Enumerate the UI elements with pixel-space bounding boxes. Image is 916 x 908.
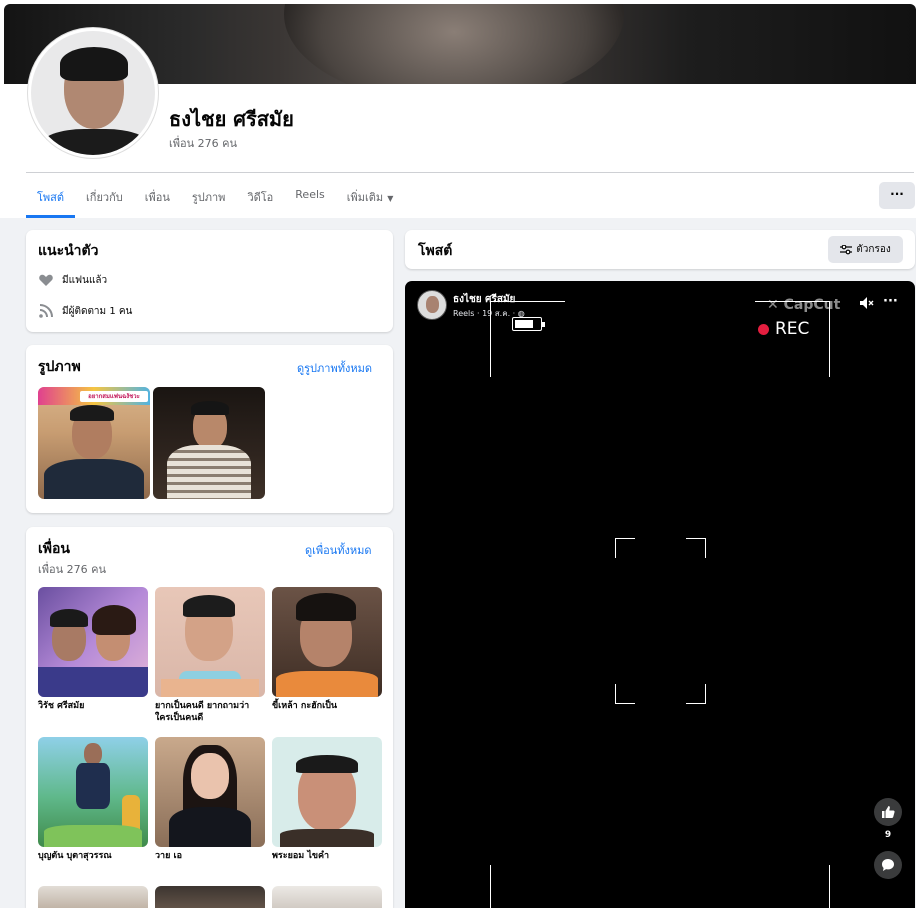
battery-icon <box>512 317 545 331</box>
see-all-friends-link[interactable]: ดูเพื่อนทั้งหมด <box>305 541 372 559</box>
more-options-button[interactable]: ··· <box>879 182 915 209</box>
friend-name[interactable]: วาย เอ <box>155 850 265 862</box>
filter-icon <box>840 244 853 254</box>
followers-text: มีผู้ติดตาม 1 คน <box>62 305 133 317</box>
friend-photo[interactable] <box>272 737 382 847</box>
friend-item[interactable]: วิรัช ศรีสมัย <box>38 587 148 712</box>
friend-photo[interactable] <box>272 587 382 697</box>
frame-line <box>491 301 565 302</box>
intro-card: แนะนำตัว มีแฟนแล้ว มีผู้ติดตาม 1 คน <box>26 230 393 332</box>
tab-videos[interactable]: วิดีโอ <box>236 174 284 218</box>
tab-friends[interactable]: เพื่อน <box>134 174 181 218</box>
thumbs-up-icon <box>882 806 895 818</box>
relationship-row: มีแฟนแล้ว <box>38 272 107 288</box>
focus-corner <box>615 538 635 558</box>
friend-item[interactable]: วาย เอ <box>155 737 265 862</box>
comment-button[interactable] <box>874 851 902 879</box>
tab-about[interactable]: เกี่ยวกับ <box>75 174 134 218</box>
caret-down-icon: ▼ <box>387 194 394 203</box>
friend-photo[interactable] <box>155 737 265 847</box>
focus-corner <box>686 684 706 704</box>
header-divider <box>26 172 914 173</box>
relationship-text: มีแฟนแล้ว <box>62 274 108 286</box>
rss-icon <box>39 304 53 318</box>
tab-reels[interactable]: Reels <box>284 174 335 218</box>
profile-friend-count[interactable]: เพื่อน 276 คน <box>169 134 237 152</box>
rec-indicator: REC <box>758 319 809 339</box>
tab-photos[interactable]: รูปภาพ <box>181 174 237 218</box>
rec-dot-icon <box>758 323 769 335</box>
friend-name[interactable]: ยากเป็นคนดี ยากถามว่า ใครเป็นคนดี <box>155 700 265 724</box>
comment-icon <box>882 859 894 871</box>
tab-posts[interactable]: โพสต์ <box>26 174 76 218</box>
like-count: 9 <box>884 830 892 840</box>
friend-name[interactable]: บุญตัน บุตาสุวรรณ <box>38 850 148 862</box>
friend-photo[interactable] <box>38 587 148 697</box>
friends-title: เพื่อน <box>38 541 70 557</box>
post-more-icon[interactable]: ··· <box>883 294 898 309</box>
photo-banner-text: อยากสมแฟนฉงัชวะ <box>80 391 148 402</box>
mute-icon[interactable] <box>858 295 874 311</box>
photo-thumbnail[interactable] <box>153 387 265 499</box>
friend-photo[interactable] <box>155 587 265 697</box>
capcut-watermark: ✕ CapCut <box>767 297 841 313</box>
post-author-name[interactable]: ธงไชย ศรีสมัย <box>453 292 515 307</box>
profile-tabs: โพสต์ เกี่ยวกับ เพื่อน รูปภาพ วิดีโอ Ree… <box>26 174 404 218</box>
friend-name[interactable]: พระยอม ไขคำ <box>272 850 382 862</box>
friend-item[interactable]: พระยอม ไขคำ <box>272 737 382 862</box>
filter-label: ตัวกรอง <box>856 244 891 255</box>
friends-card: เพื่อน เพื่อน 276 คน ดูเพื่อนทั้งหมด วิร… <box>26 527 393 908</box>
posts-title: โพสต์ <box>418 243 453 259</box>
focus-corner <box>615 684 635 704</box>
photos-title: รูปภาพ <box>38 359 81 375</box>
see-all-photos-link[interactable]: ดูรูปภาพทั้งหมด <box>297 359 372 377</box>
heart-icon <box>39 274 53 286</box>
friend-item[interactable]: ยากเป็นคนดี ยากถามว่า ใครเป็นคนดี <box>155 587 265 724</box>
friend-name[interactable]: ขี้เหล้า กะฮักเป็น <box>272 700 382 712</box>
frame-line <box>490 301 491 377</box>
focus-corner <box>686 538 706 558</box>
photo-thumbnail[interactable]: อยากสมแฟนฉงัชวะ <box>38 387 150 499</box>
post-author-avatar[interactable] <box>417 290 447 320</box>
frame-line <box>829 865 830 908</box>
filter-button[interactable]: ตัวกรอง <box>828 236 903 263</box>
friend-photo[interactable] <box>38 737 148 847</box>
friend-name[interactable]: วิรัช ศรีสมัย <box>38 700 148 712</box>
profile-name: ธงไชย ศรีสมัย <box>169 107 294 131</box>
intro-title: แนะนำตัว <box>38 243 99 259</box>
photos-card: รูปภาพ ดูรูปภาพทั้งหมด อยากสมแฟนฉงัชวะ <box>26 345 393 513</box>
frame-line <box>490 865 491 908</box>
like-button[interactable] <box>874 798 902 826</box>
friend-photo[interactable] <box>155 886 265 908</box>
followers-row: มีผู้ติดตาม 1 คน <box>38 303 132 319</box>
friends-count: เพื่อน 276 คน <box>38 563 107 576</box>
reel-post[interactable]: ธงไชย ศรีสมัย Reels · 19 ส.ค. · ◍ ✕ CapC… <box>405 281 915 908</box>
tab-more[interactable]: เพิ่มเติม ▼ <box>336 174 405 218</box>
friend-item[interactable]: ขี้เหล้า กะฮักเป็น <box>272 587 382 712</box>
friend-photo[interactable] <box>272 886 382 908</box>
posts-header-card: โพสต์ ตัวกรอง <box>405 230 915 269</box>
profile-avatar[interactable] <box>28 28 158 158</box>
friend-photo[interactable] <box>38 886 148 908</box>
friend-item[interactable]: บุญตัน บุตาสุวรรณ <box>38 737 148 862</box>
